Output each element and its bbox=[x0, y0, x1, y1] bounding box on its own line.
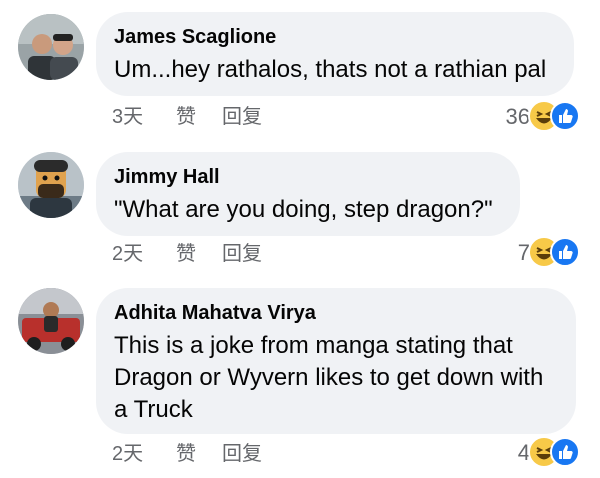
comment-bubble: Jimmy Hall "What are you doing, step dra… bbox=[96, 152, 520, 236]
reaction-summary[interactable]: 7 bbox=[460, 236, 580, 270]
reply-button[interactable]: 回复 bbox=[222, 239, 262, 269]
timestamp[interactable]: 3天 bbox=[112, 102, 143, 132]
like-button[interactable]: 赞 bbox=[176, 439, 196, 469]
comment-text-line: a Truck bbox=[114, 396, 193, 423]
comment-actions: 2天 赞 回复 bbox=[112, 239, 312, 269]
comment-text: Um...hey rathalos, thats not a rathian p… bbox=[114, 56, 547, 83]
timestamp[interactable]: 2天 bbox=[112, 439, 143, 469]
reply-button[interactable]: 回复 bbox=[222, 102, 262, 132]
reaction-count: 36 bbox=[505, 104, 530, 129]
like-icon bbox=[550, 437, 580, 467]
like-button[interactable]: 赞 bbox=[176, 239, 196, 269]
comment-text: "What are you doing, step dragon?" bbox=[114, 196, 493, 223]
reply-button[interactable]: 回复 bbox=[222, 439, 262, 469]
comment-text-line: This is a joke from manga stating that bbox=[114, 332, 513, 359]
avatar[interactable] bbox=[18, 288, 84, 354]
timestamp[interactable]: 2天 bbox=[112, 239, 143, 269]
comment-bubble: Adhita Mahatva Virya This is a joke from… bbox=[96, 288, 576, 434]
reaction-summary[interactable]: 4 bbox=[460, 436, 580, 470]
comment-author[interactable]: Jimmy Hall bbox=[114, 164, 498, 190]
like-icon bbox=[550, 101, 580, 131]
comment-bubble: James Scaglione Um...hey rathalos, thats… bbox=[96, 12, 574, 96]
avatar[interactable] bbox=[18, 152, 84, 218]
comment-actions: 2天 赞 回复 bbox=[112, 439, 312, 469]
reaction-summary[interactable]: 36 bbox=[460, 100, 580, 134]
comment-author[interactable]: Adhita Mahatva Virya bbox=[114, 300, 554, 326]
like-button[interactable]: 赞 bbox=[176, 102, 196, 132]
comment-author[interactable]: James Scaglione bbox=[114, 24, 552, 50]
comment-text-line: Dragon or Wyvern likes to get down with bbox=[114, 364, 544, 391]
like-icon bbox=[550, 237, 580, 267]
avatar[interactable] bbox=[18, 14, 84, 80]
comment-actions: 3天 赞 回复 bbox=[112, 102, 312, 132]
